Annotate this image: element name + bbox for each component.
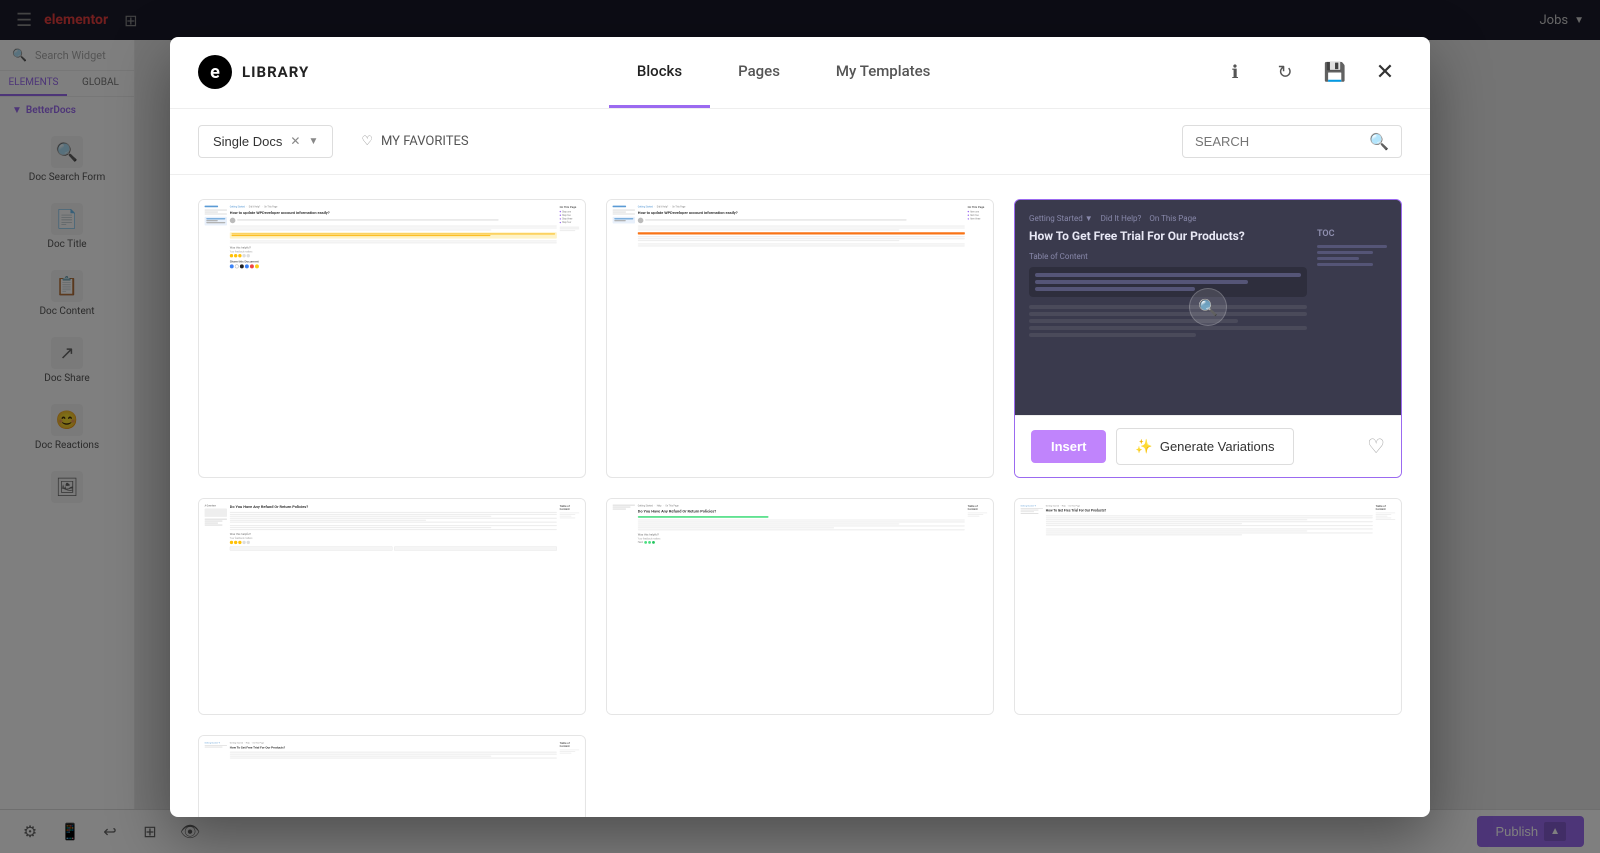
dropdown-arrow-icon: ▼ [308,136,318,147]
modal-tabs: Blocks Pages My Templates [349,37,1218,109]
insert-button[interactable]: Insert [1031,430,1106,463]
template-preview-1: Getting Started ·Did It Help? ·On This P… [199,200,585,415]
templates-grid: Getting Started ·Did It Help? ·On This P… [198,199,1402,817]
favorites-label: MY FAVORITES [381,134,469,149]
favorites-button[interactable]: ♡ MY FAVORITES [349,126,480,157]
heart-icon: ♡ [361,134,373,149]
modal-header: e LIBRARY Blocks Pages My Templates ℹ ↻ … [170,37,1430,109]
dropdown-clear-icon: ✕ [290,134,300,148]
modal-logo-icon: e [198,55,232,89]
search-container: 🔍 [1182,125,1402,158]
save-button[interactable]: 💾 [1318,55,1352,89]
close-button[interactable]: ✕ [1368,55,1402,89]
modal-overlay[interactable]: e LIBRARY Blocks Pages My Templates ℹ ↻ … [0,0,1600,853]
tab-pages[interactable]: Pages [710,37,808,109]
sparkle-icon: ✨ [1135,438,1152,455]
template-preview-5: Getting Started·Help·On This Page Do You… [607,499,993,714]
generate-variations-button[interactable]: ✨ Generate Variations [1116,428,1293,465]
template-preview-3: Getting Started ▼ Did It Help? On This P… [1015,200,1401,415]
template-card-3[interactable]: Getting Started ▼ Did It Help? On This P… [1014,199,1402,478]
search-icon: 🔍 [1369,132,1389,151]
tab-blocks[interactable]: Blocks [609,37,710,109]
template-card-5[interactable]: Getting Started·Help·On This Page Do You… [606,498,994,715]
category-dropdown[interactable]: Single Docs ✕ ▼ [198,125,333,158]
template-preview-6: Getting Started ▼ Getting Started·Help·O… [1015,499,1401,714]
tab-my-templates[interactable]: My Templates [808,37,958,109]
modal-logo: e LIBRARY [198,55,309,89]
template-card-7[interactable]: Getting Started ▼ Getting Started·Help·O… [198,735,586,817]
template-card-1[interactable]: Getting Started ·Did It Help? ·On This P… [198,199,586,478]
library-modal: e LIBRARY Blocks Pages My Templates ℹ ↻ … [170,37,1430,817]
template-preview-2: Getting Started ·Did It Help? ·On This P… [607,200,993,415]
modal-body: Getting Started ·Did It Help? ·On This P… [170,175,1430,817]
dropdown-label: Single Docs [213,134,282,149]
refresh-button[interactable]: ↻ [1268,55,1302,89]
template-card-6[interactable]: Getting Started ▼ Getting Started·Help·O… [1014,498,1402,715]
template-card-4[interactable]: A Overview Do You Have Any Refund Or Ret… [198,498,586,715]
template-preview-4: A Overview Do You Have Any Refund Or Ret… [199,499,585,714]
template-card-2[interactable]: Getting Started ·Did It Help? ·On This P… [606,199,994,478]
search-input[interactable] [1195,134,1361,149]
modal-logo-text: LIBRARY [242,63,309,81]
favorite-heart-button[interactable]: ♡ [1367,434,1385,459]
template-preview-7: Getting Started ▼ Getting Started·Help·O… [199,736,585,817]
info-button[interactable]: ℹ [1218,55,1252,89]
template-actions-3: Insert ✨ Generate Variations ♡ [1015,415,1401,477]
modal-header-actions: ℹ ↻ 💾 ✕ [1218,55,1402,89]
modal-toolbar: Single Docs ✕ ▼ ♡ MY FAVORITES 🔍 [170,109,1430,175]
